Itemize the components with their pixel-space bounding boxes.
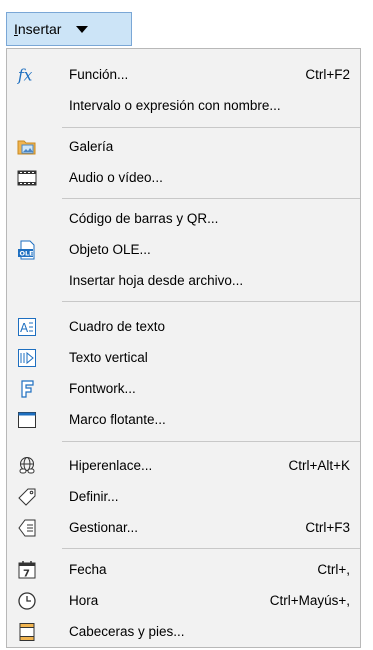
menu-item-fecha[interactable]: 7 Fecha Ctrl+, [7, 554, 360, 585]
menu-item-hiperenlace[interactable]: Hiperenlace... Ctrl+Alt+K [7, 450, 360, 481]
menu-item-funcion[interactable]: fx Función... Ctrl+F2 [7, 59, 360, 90]
menu-item-label: Insertar hoja desde archivo... [69, 273, 244, 288]
menu-item-label: Galería [69, 139, 114, 154]
svg-text:7: 7 [23, 569, 30, 580]
menu-item-label: Fecha [69, 562, 107, 577]
calendar-icon: 7 [17, 560, 37, 580]
menu-item-gestionar[interactable]: Gestionar... Ctrl+F3 [7, 512, 360, 543]
menu-item-intervalo[interactable]: Intervalo o expresión con nombre... [7, 90, 360, 121]
menu-separator [62, 548, 360, 549]
menu-item-hora[interactable]: Hora Ctrl+Mayús+, [7, 585, 360, 616]
vertical-text-icon [17, 348, 37, 368]
insert-menu-label: Insertar [14, 21, 62, 37]
floating-frame-icon [17, 410, 37, 430]
menu-item-label: Texto vertical [69, 350, 148, 365]
menu-item-label: Objeto OLE... [69, 242, 151, 257]
menu-item-label: Definir... [69, 489, 119, 504]
menu-separator [62, 441, 360, 442]
shortcut-label: Ctrl+F3 [305, 520, 350, 535]
shortcut-label: Ctrl+Mayús+, [269, 593, 350, 608]
menu-item-label: Intervalo o expresión con nombre... [69, 98, 281, 113]
ole-icon: OLE [17, 240, 37, 260]
menu-item-audio-video[interactable]: Audio o vídeo... [7, 162, 360, 193]
header-footer-icon [17, 622, 37, 642]
menu-item-texto-vertical[interactable]: Texto vertical [7, 342, 360, 373]
gallery-icon [17, 137, 37, 157]
hyperlink-icon [17, 456, 37, 476]
svg-text:fx: fx [17, 66, 33, 84]
tag-icon [17, 487, 37, 507]
shortcut-label: Ctrl+Alt+K [288, 458, 350, 473]
menu-item-label: Marco flotante... [69, 412, 166, 427]
menu-item-label: Fontwork... [69, 381, 136, 396]
menu-separator [62, 198, 360, 199]
shortcut-label: Ctrl+, [317, 562, 350, 577]
menu-item-label: Hora [69, 593, 99, 608]
fontwork-icon [17, 379, 37, 399]
text-box-icon: A [17, 317, 37, 337]
menu-item-cuadro-texto[interactable]: A Cuadro de texto [7, 311, 360, 342]
menu-separator [62, 127, 360, 128]
svg-text:A: A [20, 321, 29, 335]
menu-item-label: Audio o vídeo... [69, 170, 163, 185]
menu-item-galeria[interactable]: Galería [7, 131, 360, 162]
insert-menu-button[interactable]: Insertar [6, 12, 132, 46]
menu-item-insertar-hoja[interactable]: Insertar hoja desde archivo... [7, 265, 360, 296]
menu-item-marco-flotante[interactable]: Marco flotante... [7, 404, 360, 435]
menu-item-label: Gestionar... [69, 520, 139, 535]
menu-item-definir[interactable]: Definir... [7, 481, 360, 512]
menu-item-fontwork[interactable]: Fontwork... [7, 373, 360, 404]
clock-icon [17, 591, 37, 611]
menu-item-cabeceras-pies[interactable]: Cabeceras y pies... [7, 616, 360, 647]
menu-item-objeto-ole[interactable]: OLE Objeto OLE... [7, 234, 360, 265]
insert-dropdown-menu: fx Función... Ctrl+F2 Intervalo o expres… [6, 48, 361, 648]
menu-item-codigo-barras[interactable]: Código de barras y QR... [7, 203, 360, 234]
menu-item-label: Código de barras y QR... [69, 211, 219, 226]
menu-item-label: Cuadro de texto [69, 319, 166, 334]
menu-separator [62, 301, 360, 302]
shortcut-label: Ctrl+F2 [305, 67, 350, 82]
function-icon: fx [17, 65, 37, 85]
manage-names-icon [17, 518, 37, 538]
menu-item-label: Hiperenlace... [69, 458, 153, 473]
menu-item-label: Cabeceras y pies... [69, 624, 185, 639]
dropdown-arrow-icon [76, 25, 89, 33]
svg-text:OLE: OLE [20, 250, 34, 258]
menu-item-label: Función... [69, 67, 129, 82]
media-icon [17, 168, 37, 188]
